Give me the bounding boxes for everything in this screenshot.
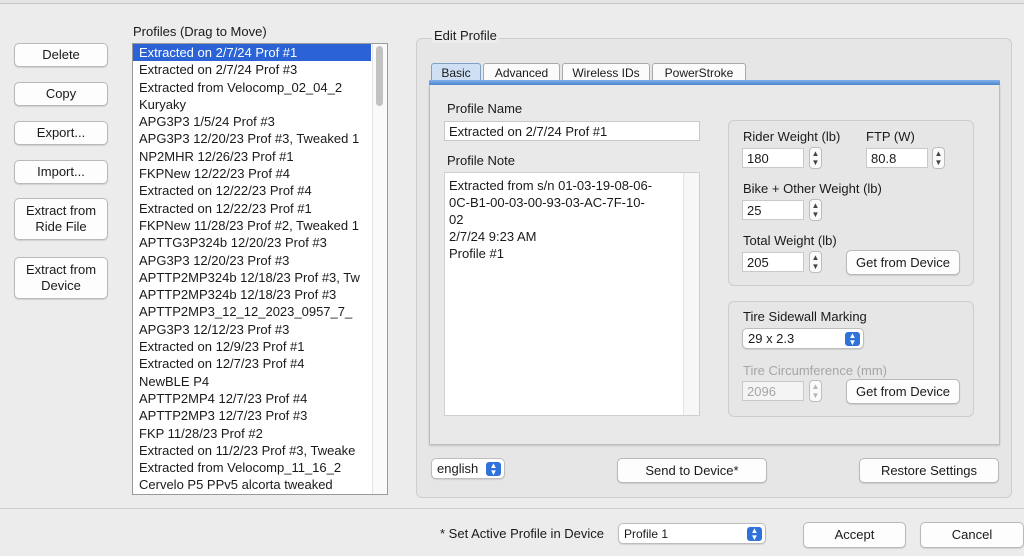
profile-list-item[interactable]: APTTP2MP3 12/7/23 Prof #3 bbox=[133, 407, 371, 424]
profile-list-item[interactable]: APTTP2MP324b 12/18/23 Prof #3, Tw bbox=[133, 269, 371, 286]
profile-list-item[interactable]: APTTG3P324b 12/20/23 Prof #3 bbox=[133, 234, 371, 251]
profile-list-item[interactable]: FKPNew 11/28/23 Prof #2, Tweaked 1 bbox=[133, 217, 371, 234]
profile-list-item[interactable]: APTTP2MP324b 12/18/23 Prof #3 bbox=[133, 286, 371, 303]
profile-name-label: Profile Name bbox=[447, 101, 523, 116]
stepper-up-icon[interactable]: ▲ bbox=[812, 149, 820, 158]
stepper-down-icon[interactable]: ▼ bbox=[812, 210, 820, 219]
total-weight-stepper[interactable]: ▲ ▼ bbox=[809, 251, 822, 273]
profile-list-item[interactable]: FKP 11/28/23 Prof #2 bbox=[133, 425, 371, 442]
profile-list-item[interactable]: APG3P3 12/12/23 Prof #3 bbox=[133, 321, 371, 338]
profile-list-item[interactable]: APTTP2MP3_12_12_2023_0957_7_ bbox=[133, 303, 371, 320]
stepper-down-icon[interactable]: ▼ bbox=[812, 262, 820, 271]
stepper-up-icon[interactable]: ▲ bbox=[935, 149, 943, 158]
tab-advanced[interactable]: Advanced bbox=[483, 63, 560, 81]
profile-list-item[interactable]: Extracted on 2/7/24 Prof #1 bbox=[133, 44, 371, 62]
tire-marking-label: Tire Sidewall Marking bbox=[743, 309, 867, 324]
profile-list-item[interactable]: Extracted on 12/22/23 Prof #1 bbox=[133, 200, 371, 217]
tire-circumference-stepper[interactable]: ▲ ▼ bbox=[809, 380, 822, 402]
profile-list-item[interactable]: Cervelo P5 PPv5 alcorta tweaked bbox=[133, 476, 371, 493]
bike-weight-stepper[interactable]: ▲ ▼ bbox=[809, 199, 822, 221]
profile-list-item[interactable]: APTTP2MP4 12/7/23 Prof #4 bbox=[133, 390, 371, 407]
profile-note-scrollbar[interactable] bbox=[683, 173, 699, 415]
stepper-up-icon[interactable]: ▲ bbox=[812, 201, 820, 210]
extract-from-device-button[interactable]: Extract from Device bbox=[14, 257, 108, 299]
tire-marking-select[interactable]: 29 x 2.3 ▲ ▼ bbox=[742, 328, 864, 349]
cancel-button[interactable]: Cancel bbox=[920, 522, 1024, 548]
active-profile-label: * Set Active Profile in Device bbox=[440, 526, 605, 541]
profiles-scrollbar-thumb[interactable] bbox=[376, 46, 383, 106]
extract-ride-line2: Ride File bbox=[35, 219, 87, 234]
bike-weight-label: Bike + Other Weight (lb) bbox=[743, 181, 882, 196]
tire-marking-value: 29 x 2.3 bbox=[748, 331, 795, 346]
rider-weight-label: Rider Weight (lb) bbox=[743, 129, 841, 144]
send-to-device-button[interactable]: Send to Device* bbox=[617, 458, 767, 483]
profile-list-item[interactable]: APG3P3 12/20/23 Prof #3 bbox=[133, 252, 371, 269]
profile-list-item[interactable]: Extracted on 12/9/23 Prof #1 bbox=[133, 338, 371, 355]
profiles-header: Profiles (Drag to Move) bbox=[133, 24, 267, 39]
profile-name-input[interactable]: Extracted on 2/7/24 Prof #1 bbox=[444, 121, 700, 141]
chevron-updown-icon: ▲ ▼ bbox=[486, 462, 501, 477]
profile-list-item[interactable]: Extracted on 12/22/23 Prof #4 bbox=[133, 182, 371, 199]
profile-list-item[interactable]: Extracted from Velocomp_11_16_2 bbox=[133, 459, 371, 476]
profile-note-textarea[interactable]: Extracted from s/n 01-03-19-08-06- 0C-B1… bbox=[444, 172, 700, 416]
chevron-updown-icon: ▲ ▼ bbox=[845, 332, 860, 347]
footer-separator bbox=[0, 508, 1024, 509]
ftp-input[interactable]: 80.8 bbox=[866, 148, 928, 168]
get-weight-from-device-button[interactable]: Get from Device bbox=[846, 250, 960, 275]
profile-note-label: Profile Note bbox=[447, 153, 515, 168]
stepper-up-icon[interactable]: ▲ bbox=[812, 382, 820, 391]
chevron-updown-icon: ▲ ▼ bbox=[747, 527, 762, 542]
import-button[interactable]: Import... bbox=[14, 160, 108, 184]
profile-list-item[interactable]: APG3P3 1/5/24 Prof #3 bbox=[133, 113, 371, 130]
stepper-down-icon[interactable]: ▼ bbox=[812, 391, 820, 400]
window-top-edge bbox=[0, 0, 1024, 4]
accept-button[interactable]: Accept bbox=[803, 522, 906, 548]
tab-powerstroke[interactable]: PowerStroke bbox=[652, 63, 746, 81]
extract-device-line1: Extract from bbox=[25, 262, 97, 277]
stepper-down-icon[interactable]: ▼ bbox=[812, 158, 820, 167]
profile-note-text: Extracted from s/n 01-03-19-08-06- 0C-B1… bbox=[449, 178, 653, 261]
stepper-up-icon[interactable]: ▲ bbox=[812, 253, 820, 262]
active-profile-select[interactable]: Profile 1 ▲ ▼ bbox=[618, 523, 766, 544]
bike-weight-input[interactable]: 25 bbox=[742, 200, 804, 220]
rider-weight-stepper[interactable]: ▲ ▼ bbox=[809, 147, 822, 169]
profiles-list[interactable]: Extracted on 2/7/24 Prof #1 Extracted on … bbox=[132, 43, 388, 495]
copy-button[interactable]: Copy bbox=[14, 82, 108, 106]
total-weight-input[interactable]: 205 bbox=[742, 252, 804, 272]
profile-list-item[interactable]: APG3P3 12/20/23 Prof #3, Tweaked 1 bbox=[133, 130, 371, 147]
extract-from-ride-file-button[interactable]: Extract from Ride File bbox=[14, 198, 108, 240]
profile-list-item[interactable]: Extracted on 11/2/23 Prof #3, Tweake bbox=[133, 442, 371, 459]
extract-ride-line1: Extract from bbox=[25, 203, 97, 218]
tire-circumference-input[interactable]: 2096 bbox=[742, 381, 804, 401]
profile-list-item[interactable]: Extracted from Velocomp_02_04_2 bbox=[133, 79, 371, 96]
profiles-scrollbar[interactable] bbox=[372, 44, 387, 494]
tab-basic[interactable]: Basic bbox=[431, 63, 481, 81]
ftp-stepper[interactable]: ▲ ▼ bbox=[932, 147, 945, 169]
tire-circumference-label: Tire Circumference (mm) bbox=[743, 363, 887, 378]
edit-profile-title: Edit Profile bbox=[432, 28, 499, 43]
profile-list-item[interactable]: NP2MHR 12/26/23 Prof #1 bbox=[133, 148, 371, 165]
export-button[interactable]: Export... bbox=[14, 121, 108, 145]
ftp-label: FTP (W) bbox=[866, 129, 915, 144]
profile-list-item[interactable]: FKPNew 12/22/23 Prof #4 bbox=[133, 165, 371, 182]
profile-list-item[interactable]: Kuryaky bbox=[133, 96, 371, 113]
language-select[interactable]: english ▲ ▼ bbox=[431, 458, 505, 479]
restore-settings-button[interactable]: Restore Settings bbox=[859, 458, 999, 483]
total-weight-label: Total Weight (lb) bbox=[743, 233, 837, 248]
language-value: english bbox=[437, 461, 479, 476]
stepper-down-icon[interactable]: ▼ bbox=[935, 158, 943, 167]
extract-device-line2: Device bbox=[41, 278, 81, 293]
profile-list-item[interactable]: Extracted on 2/7/24 Prof #3 bbox=[133, 61, 371, 78]
tab-wireless-ids[interactable]: Wireless IDs bbox=[562, 63, 650, 81]
active-profile-value: Profile 1 bbox=[624, 526, 669, 541]
profile-list-item[interactable]: NewBLE P4 bbox=[133, 373, 371, 390]
profile-list-item[interactable]: Extracted on 12/7/23 Prof #4 bbox=[133, 355, 371, 372]
profile-rows: Extracted on 2/7/24 Prof #1 Extracted on … bbox=[133, 44, 387, 494]
delete-button[interactable]: Delete bbox=[14, 43, 108, 67]
rider-weight-input[interactable]: 180 bbox=[742, 148, 804, 168]
get-tire-from-device-button[interactable]: Get from Device bbox=[846, 379, 960, 404]
